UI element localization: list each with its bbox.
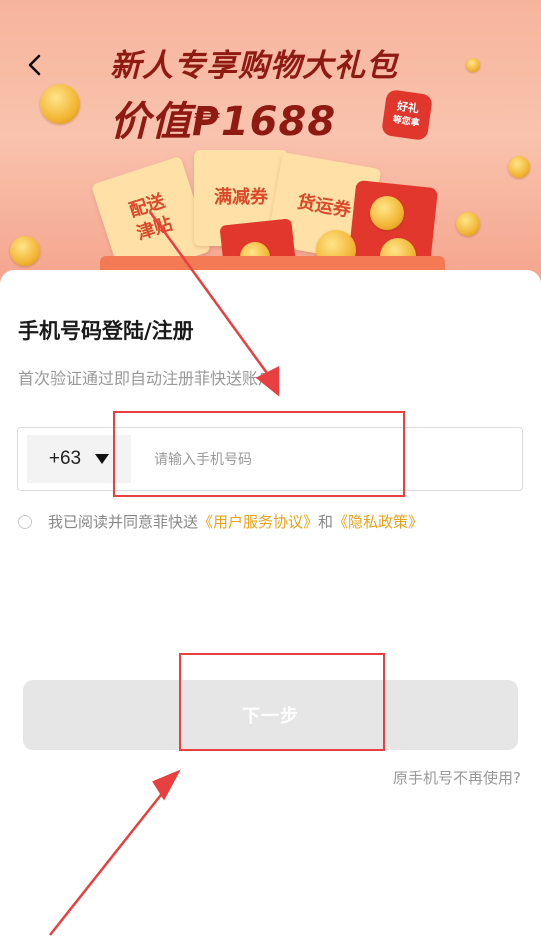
coin-icon xyxy=(508,156,530,178)
annotation-box-phone-input xyxy=(113,411,405,497)
country-code-value: +63 xyxy=(48,448,82,469)
agreement-checkbox[interactable] xyxy=(18,514,32,529)
annotation-box-next-button xyxy=(179,653,385,751)
promo-banner: 新人专享购物大礼包 价值₱1688 好礼 等您拿 配送 津贴 满减券 货运券 xyxy=(0,0,541,300)
coin-icon xyxy=(10,236,40,266)
user-agreement-link[interactable]: 《用户服务协议》 xyxy=(198,511,318,532)
promo-headline-line2: 价值₱1688 xyxy=(110,99,337,145)
agreement-prefix: 我已阅读并同意菲快送 xyxy=(48,513,199,531)
back-button[interactable] xyxy=(18,48,52,82)
coin-icon xyxy=(370,196,404,230)
gift-badge-line2: 等您拿 xyxy=(391,115,421,129)
caret-down-icon xyxy=(95,454,110,464)
coupon-ticket-label: 满减券 xyxy=(214,187,268,208)
coin-icon xyxy=(466,58,480,72)
promo-headline-line1: 新人专享购物大礼包 xyxy=(110,48,398,84)
gift-badge: 好礼 等您拿 xyxy=(381,89,433,141)
page-subtitle: 首次验证通过即自动注册菲快送账户 xyxy=(18,369,275,388)
coupon-ticket-label: 货运券 xyxy=(295,191,353,222)
login-card: 手机号码登陆/注册 首次验证通过即自动注册菲快送账户 +63 我已阅读并同意菲快… xyxy=(0,270,541,949)
promo-headline: 新人专享购物大礼包 价值₱1688 xyxy=(110,40,398,147)
agreement-and: 和 xyxy=(318,513,334,531)
coin-icon xyxy=(456,212,480,236)
agreement-row: 我已阅读并同意菲快送 《用户服务协议》 和 《隐私政策》 xyxy=(18,511,423,532)
chevron-left-icon xyxy=(28,54,41,76)
page-title: 手机号码登陆/注册 xyxy=(18,319,194,343)
privacy-policy-link[interactable]: 《隐私政策》 xyxy=(333,511,423,532)
coin-icon xyxy=(40,84,80,124)
coupon-ticket-label: 配送 津贴 xyxy=(126,190,175,245)
old-number-unavailable-link[interactable]: 原手机号不再使用? xyxy=(393,767,521,788)
